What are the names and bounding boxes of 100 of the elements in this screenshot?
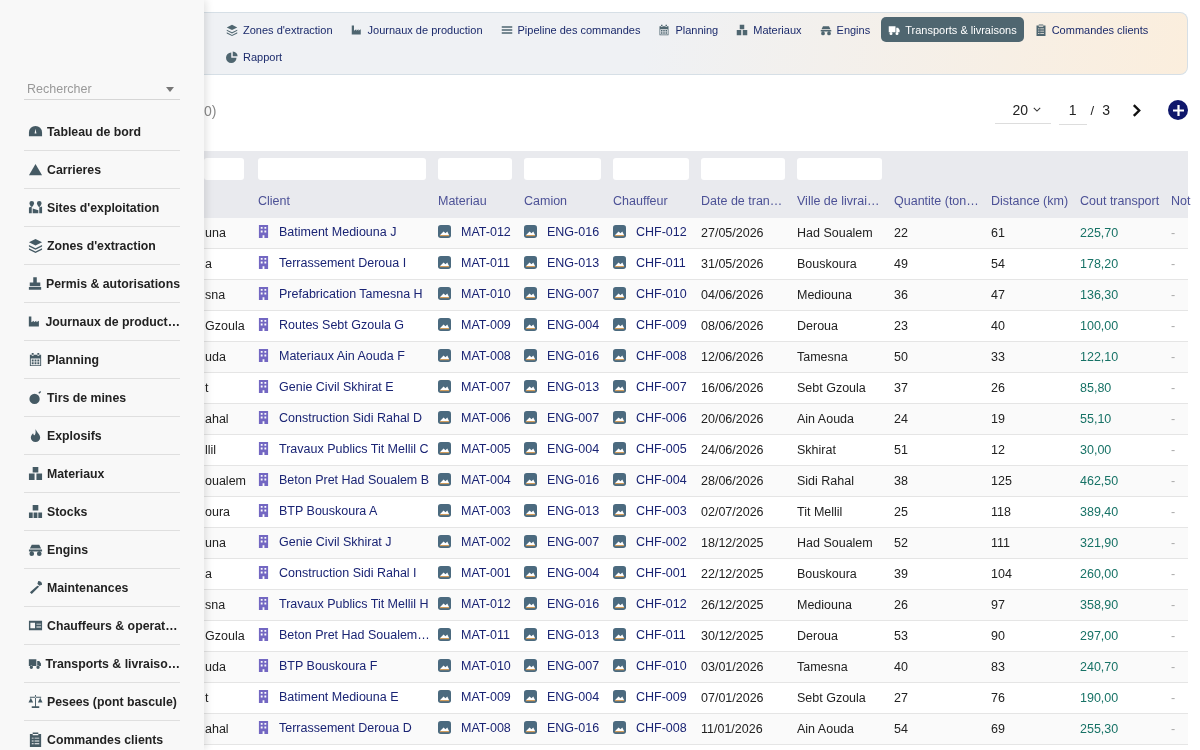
table-cell: - <box>1171 722 1176 736</box>
reference-link[interactable]: ENG-004 <box>547 441 600 456</box>
reference-link[interactable]: CHF-009 <box>636 317 687 332</box>
reference-link[interactable]: MAT-005 <box>461 441 511 456</box>
tab[interactable]: Pipeline des commandes <box>493 17 648 42</box>
reference-link[interactable]: ENG-013 <box>547 503 600 518</box>
truck-icon <box>28 656 42 671</box>
reference-link[interactable]: MAT-003 <box>461 503 511 518</box>
client-link[interactable]: Beton Pret Had Soualem… <box>279 627 430 642</box>
client-link[interactable]: Terrassement Deroua I <box>279 255 407 270</box>
tab[interactable]: Zones d'extraction <box>219 17 340 42</box>
tab[interactable]: Journaux de production <box>343 17 490 42</box>
stamp-icon <box>28 276 43 291</box>
table-cell: 24 <box>894 412 908 426</box>
client-link[interactable]: Routes Sebt Gzoula G <box>279 317 405 332</box>
table-cell: sna <box>205 288 226 302</box>
table-cell: - <box>1171 567 1176 581</box>
reference-link[interactable]: MAT-009 <box>461 317 511 332</box>
sidebar-item[interactable]: Planning <box>24 341 180 379</box>
client-link[interactable]: Construction Sidi Rahal I <box>279 565 417 580</box>
page-input[interactable]: 1 <box>1058 95 1087 125</box>
tab[interactable]: Transports & livraisons <box>881 17 1024 42</box>
sidebar-item[interactable]: Journaux de product… <box>24 303 180 341</box>
reference-link[interactable]: ENG-004 <box>547 689 600 704</box>
filter-field[interactable] <box>204 158 244 180</box>
sidebar-item[interactable]: Transports & livraiso… <box>24 645 180 683</box>
sidebar-item[interactable]: Stocks <box>24 493 180 531</box>
reference-link[interactable]: MAT-007 <box>461 379 511 394</box>
client-link[interactable]: Travaux Publics Tit Mellil C <box>279 441 429 456</box>
image-icon <box>524 256 537 270</box>
reference-link[interactable]: MAT-011 <box>461 255 510 270</box>
column-header[interactable]: Ville de livrai… <box>797 194 880 208</box>
page-size-select[interactable]: 20 <box>994 96 1051 124</box>
table-cell: Sebt Gzoula <box>797 691 866 705</box>
image-icon <box>524 318 537 332</box>
reference-link[interactable]: CHF-011 <box>636 255 686 270</box>
bomb-icon <box>28 390 43 405</box>
reference-link[interactable]: MAT-009 <box>461 689 511 704</box>
sidebar-item[interactable]: Carrieres <box>24 151 180 189</box>
sidebar-item[interactable]: Maintenances <box>24 569 180 607</box>
client-link[interactable]: Genie Civil Skhirat E <box>279 379 394 394</box>
table-cell: Tit Mellil <box>797 505 843 519</box>
reference-link[interactable]: CHF-001 <box>636 565 687 580</box>
column-header[interactable]: Not <box>1171 194 1191 208</box>
reference-link[interactable]: MAT-001 <box>461 565 511 580</box>
column-header[interactable]: Quantite (ton… <box>894 194 979 208</box>
sidebar-item[interactable]: Tirs de mines <box>24 379 180 417</box>
tab[interactable]: Commandes clients <box>1027 17 1156 42</box>
sidebar-item[interactable]: Tableau de bord <box>24 113 180 151</box>
building-icon <box>258 349 269 363</box>
sidebar-item[interactable]: Engins <box>24 531 180 569</box>
table-cell: 118 <box>991 505 1011 519</box>
reference-link[interactable]: CHF-011 <box>636 627 686 642</box>
reference-link[interactable]: ENG-004 <box>547 565 600 580</box>
sidebar-item[interactable]: Zones d'extraction <box>24 227 180 265</box>
reference-link[interactable]: CHF-007 <box>636 379 687 394</box>
search-field[interactable]: Rechercher <box>24 78 180 100</box>
table-cell: 462,50 <box>1080 474 1119 488</box>
column-header[interactable]: Client <box>258 194 290 208</box>
column-header[interactable]: Cout transport <box>1080 194 1160 208</box>
column-header[interactable]: Date de tran… <box>701 194 783 208</box>
sidebar-item[interactable]: Pesees (pont bascule) <box>24 683 180 721</box>
table-cell: Had Soualem <box>797 536 873 550</box>
table-cell: a <box>205 257 212 271</box>
sidebar-item[interactable]: Materiaux <box>24 455 180 493</box>
reference-link[interactable]: CHF-003 <box>636 503 687 518</box>
image-icon <box>613 690 626 704</box>
sidebar-item[interactable]: Permis & autorisations <box>24 265 180 303</box>
column-header[interactable]: Chauffeur <box>613 194 668 208</box>
client-link[interactable]: BTP Bouskoura A <box>279 503 378 518</box>
tab[interactable]: Planning <box>651 17 726 42</box>
table-cell: ahal <box>205 722 229 736</box>
tab[interactable]: Materiaux <box>729 17 809 42</box>
table-cell: - <box>1171 505 1176 519</box>
table-cell: t <box>205 381 209 395</box>
reference-link[interactable]: ENG-013 <box>547 379 600 394</box>
total-pages: 3 <box>1102 102 1110 118</box>
reference-link[interactable]: ENG-004 <box>547 317 600 332</box>
add-button[interactable] <box>1168 100 1188 120</box>
tab[interactable]: Engins <box>812 17 878 42</box>
table-cell: - <box>1171 350 1176 364</box>
column-header[interactable]: Distance (km) <box>991 194 1069 208</box>
column-header[interactable]: Camion <box>524 194 568 208</box>
tab[interactable]: Rapport <box>219 44 290 69</box>
reference-link[interactable]: ENG-013 <box>547 255 600 270</box>
reference-link[interactable]: ENG-013 <box>547 627 600 642</box>
sidebar-item[interactable]: Chauffeurs & operat… <box>24 607 180 645</box>
table-cell: 20/06/2026 <box>701 412 764 426</box>
sidebar-item[interactable]: Explosifs <box>24 417 180 455</box>
table-cell: - <box>1171 443 1176 457</box>
reference-link[interactable]: MAT-011 <box>461 627 510 642</box>
map-pin-icon <box>28 200 43 215</box>
client-link[interactable]: Batiment Mediouna E <box>279 689 399 704</box>
table-cell: 122,10 <box>1080 350 1119 364</box>
reference-link[interactable]: CHF-005 <box>636 441 687 456</box>
sidebar-item[interactable]: Sites d'exploitation <box>24 189 180 227</box>
column-header[interactable]: Materiau <box>438 194 487 208</box>
reference-link[interactable]: CHF-009 <box>636 689 687 704</box>
next-page-button[interactable] <box>1130 101 1143 119</box>
sidebar-item[interactable]: Commandes clients <box>24 721 180 750</box>
